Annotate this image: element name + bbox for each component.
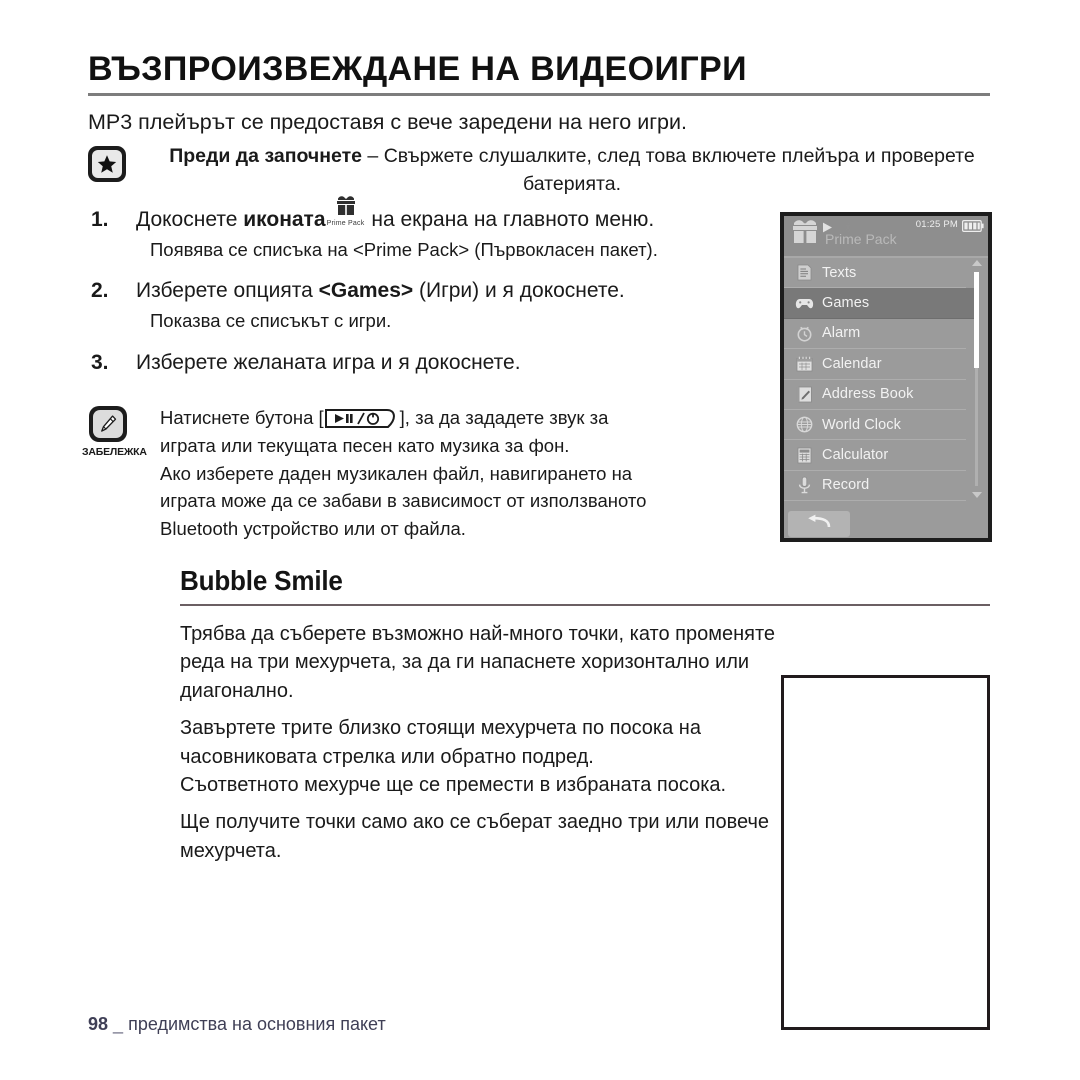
world-clock-icon xyxy=(793,416,815,433)
note-block: ЗАБЕЛЕЖКА Натиснете бутона [ ], за да за… xyxy=(82,404,782,543)
section-body: Трябва да съберете възможно най-много то… xyxy=(180,620,780,874)
menu-item-calculator[interactable]: Calculator xyxy=(784,440,966,471)
record-icon xyxy=(793,476,815,494)
section-title: Bubble Smile xyxy=(180,565,343,596)
intro-text: MP3 плейърът се предоставя с вече зареде… xyxy=(88,110,687,134)
step-1-number: 1. xyxy=(91,208,109,231)
game-screenshot-placeholder xyxy=(781,675,990,1030)
menu-item-address-book[interactable]: Address Book xyxy=(784,380,966,410)
menu-item-alarm[interactable]: Alarm xyxy=(784,319,966,350)
step-1-text-after: на екрана на главното меню. xyxy=(365,208,655,231)
menu-item-games[interactable]: Games xyxy=(784,288,974,319)
games-icon xyxy=(793,297,815,310)
note-line-1-after: ], за да зададете звук за xyxy=(399,407,609,428)
status-time: 01:25 PM xyxy=(915,219,958,230)
menu-item-label: Calculator xyxy=(822,447,889,464)
section-paragraph-1: Трябва да съберете възможно най-много то… xyxy=(180,623,776,702)
section-paragraph-4: Ще получите точки само ако се съберат за… xyxy=(180,811,770,862)
prime-pack-icon-caption: Prime Pack xyxy=(326,220,365,227)
scroll-down-arrow-icon[interactable] xyxy=(972,492,982,498)
section-divider xyxy=(180,604,990,606)
note-icon-inner xyxy=(93,410,123,438)
step-1-bold: иконата xyxy=(243,208,326,231)
step-1-main: 1. Докоснете иконата Prime Pack на екрана… xyxy=(88,196,778,236)
calculator-icon xyxy=(793,447,815,464)
play-power-button-glyph xyxy=(324,409,399,428)
before-you-start-label: Преди да започнете xyxy=(169,145,363,167)
menu-item-label: Address Book xyxy=(822,386,914,403)
prime-pack-icon: Prime Pack xyxy=(326,196,366,229)
star-icon xyxy=(88,146,126,182)
menu-item-label: World Clock xyxy=(822,416,901,433)
screen-title: Prime Pack xyxy=(825,231,897,247)
note-icon xyxy=(89,406,127,442)
page-title: ВЪЗПРОИЗВЕЖДАНЕ НА ВИДЕОИГРИ xyxy=(88,50,747,88)
back-arrow-icon xyxy=(806,514,832,535)
menu-scrollbar[interactable] xyxy=(971,260,983,498)
step-2-number: 2. xyxy=(91,279,109,303)
note-line-5: Bluetooth устройство или от файла. xyxy=(160,518,466,539)
footer: 98 _ предимства на основния пакет xyxy=(88,1014,386,1035)
texts-icon xyxy=(793,264,815,281)
status-bar: 01:25 PM Prime Pack xyxy=(784,216,988,258)
step-2-text-before: Изберете опцията xyxy=(136,279,319,303)
back-button[interactable] xyxy=(788,511,850,537)
step-2-bold: <Games> xyxy=(318,279,414,303)
page-number: 98 xyxy=(88,1014,109,1034)
step-1: 1. Докоснете иконата Prime Pack на екрана… xyxy=(88,196,778,263)
menu-item-label: Texts xyxy=(822,264,857,281)
section-paragraph-3: Съответното мехурче ще се премести в изб… xyxy=(180,773,727,796)
note-line-2: играта или текущата песен като музика за… xyxy=(160,434,570,456)
menu-item-label: Games xyxy=(822,295,870,312)
before-you-start-block: Преди да започнете – Свържете слушалките… xyxy=(88,143,988,198)
step-3-number: 3. xyxy=(91,350,109,374)
step-1-text-before: Докоснете xyxy=(136,208,244,231)
before-you-start-text: Преди да започнете – Свържете слушалките… xyxy=(162,143,982,198)
note-label: ЗАБЕЛЕЖКА xyxy=(82,446,147,458)
step-2-sub: Показва се списъкът с игри. xyxy=(150,309,392,331)
step-2: 2. Изберете опцията <Games> (Игри) и я до… xyxy=(88,275,778,334)
footer-separator: _ xyxy=(113,1014,124,1034)
note-line-1-before: Натиснете бутона [ xyxy=(160,407,324,428)
steps-list: 1. Докоснете иконата Prime Pack на екрана… xyxy=(88,196,778,380)
step-3: 3. Изберете желаната игра и я докоснете. xyxy=(88,347,778,379)
menu-item-calendar[interactable]: Calendar xyxy=(784,349,966,380)
gift-icon xyxy=(790,219,820,250)
prime-pack-menu: Texts Games Alarm Calendar Address Book … xyxy=(784,258,988,538)
battery-icon xyxy=(962,219,984,237)
step-3-main: 3. Изберете желаната игра и я докоснете. xyxy=(88,347,778,379)
note-line-4: играта може да се забави в зависимост от… xyxy=(160,490,647,512)
menu-item-label: Record xyxy=(822,477,870,494)
menu-item-record[interactable]: Record xyxy=(784,471,966,502)
before-you-start-dash: – xyxy=(362,145,384,167)
note-line-3: Ако изберете даден музикален файл, навиг… xyxy=(160,462,633,484)
title-divider xyxy=(88,93,990,96)
menu-item-label: Calendar xyxy=(822,355,882,372)
before-you-start-body: Свържете слушалките, след това включете … xyxy=(383,145,975,195)
step-3-text-before: Изберете желаната игра и я докоснете. xyxy=(136,350,521,374)
section-paragraph-2: Завъртете трите близко стоящи мехурчета … xyxy=(180,717,701,768)
footer-text: предимства на основния пакет xyxy=(128,1014,386,1034)
device-mockup: 01:25 PM Prime Pack Texts Games Alarm Ca… xyxy=(780,212,992,542)
step-2-text-after: (Игри) и я докоснете. xyxy=(413,279,625,303)
alarm-icon xyxy=(793,325,815,342)
address-book-icon xyxy=(793,386,815,403)
menu-item-world-clock[interactable]: World Clock xyxy=(784,410,966,441)
menu-item-texts[interactable]: Texts xyxy=(784,258,966,289)
step-1-sub: Появява се списъка на <Prime Pack> (Първ… xyxy=(150,238,658,260)
note-text: Натиснете бутона [ ], за да зададете зву… xyxy=(160,404,782,543)
scroll-up-arrow-icon[interactable] xyxy=(972,260,982,266)
star-icon-inner xyxy=(92,150,122,178)
step-2-main: 2. Изберете опцията <Games> (Игри) и я до… xyxy=(88,275,778,307)
menu-item-label: Alarm xyxy=(822,325,861,342)
calendar-icon xyxy=(793,356,815,372)
device-screen: 01:25 PM Prime Pack Texts Games Alarm Ca… xyxy=(784,216,988,538)
scrollbar-thumb[interactable] xyxy=(974,272,979,368)
